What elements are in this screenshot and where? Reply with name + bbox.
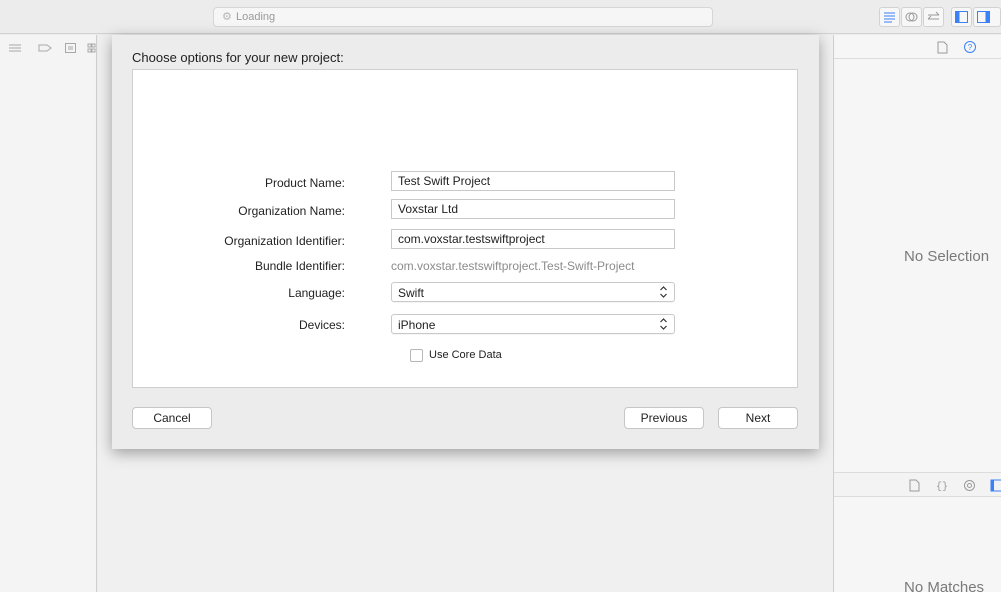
navigator-pane [0, 35, 97, 592]
organization-identifier-input[interactable] [392, 230, 674, 248]
library-tabs: {} [834, 472, 1001, 497]
navigator-toggle-button[interactable] [951, 7, 972, 27]
file-template-icon[interactable] [908, 479, 920, 492]
bundle-identifier-label: Bundle Identifier: [254, 259, 345, 273]
organization-name-label: Organization Name: [238, 204, 345, 218]
activity-view: ⚙ Loading [213, 7, 713, 27]
svg-text:?: ? [968, 43, 973, 52]
version-editor-icon [927, 11, 940, 20]
object-library-icon[interactable] [963, 479, 976, 492]
utilities-toggle-button[interactable] [973, 7, 1001, 27]
cancel-button[interactable]: Cancel [132, 407, 212, 429]
organization-name-field[interactable] [391, 199, 675, 219]
grid-icon[interactable] [87, 42, 97, 54]
breakpoint-icon[interactable] [38, 42, 52, 54]
media-library-icon[interactable] [990, 479, 1001, 492]
next-button[interactable]: Next [718, 407, 798, 429]
previous-button[interactable]: Previous [624, 407, 704, 429]
version-editor-button[interactable] [923, 7, 944, 27]
product-name-label: Product Name: [264, 176, 345, 190]
sheet-title: Choose options for your new project: [132, 50, 344, 65]
hierarchy-icon[interactable] [8, 42, 22, 54]
up-down-chevron-icon [660, 318, 667, 330]
no-selection-label: No Selection [904, 248, 990, 265]
product-name-input[interactable] [392, 172, 674, 190]
organization-name-input[interactable] [392, 200, 674, 218]
new-project-sheet: Choose options for your new project: Pro… [112, 35, 819, 449]
report-icon[interactable] [64, 42, 78, 54]
organization-identifier-field[interactable] [391, 229, 675, 249]
quick-help-icon[interactable]: ? [963, 40, 977, 54]
devices-popup[interactable]: iPhone [391, 314, 675, 334]
navigator-panel-icon [955, 11, 968, 23]
devices-label: Devices: [298, 318, 345, 332]
language-value: Swift [398, 286, 425, 300]
devices-value: iPhone [398, 318, 436, 332]
up-down-chevron-icon [660, 286, 667, 298]
standard-editor-button[interactable] [879, 7, 900, 27]
standard-editor-icon [884, 12, 895, 23]
activity-status: Loading [236, 11, 276, 23]
toolbar: ⚙ Loading [0, 0, 1001, 34]
file-inspector-icon[interactable] [936, 41, 948, 54]
bundle-identifier-value: com.voxstar.testswiftproject.Test-Swift-… [391, 259, 635, 273]
use-core-data-label: Use Core Data [429, 349, 502, 361]
use-core-data-checkbox[interactable] [410, 349, 423, 362]
options-panel: Product Name: Organization Name: Organiz… [132, 69, 798, 388]
language-label: Language: [288, 286, 345, 300]
inspector-tabs: ? [834, 35, 1001, 59]
inspector-pane: ? No Selection {} No Matches [833, 35, 1001, 592]
no-matches-label: No Matches [904, 579, 985, 592]
utilities-panel-icon [977, 11, 990, 23]
organization-identifier-label: Organization Identifier: [224, 234, 345, 248]
svg-text:{}: {} [936, 481, 948, 492]
assistant-editor-icon [905, 12, 918, 22]
spinner-icon: ⚙ [222, 11, 232, 23]
code-snippet-icon[interactable]: {} [936, 479, 948, 492]
language-popup[interactable]: Swift [391, 282, 675, 302]
product-name-field[interactable] [391, 171, 675, 191]
assistant-editor-button[interactable] [901, 7, 922, 27]
